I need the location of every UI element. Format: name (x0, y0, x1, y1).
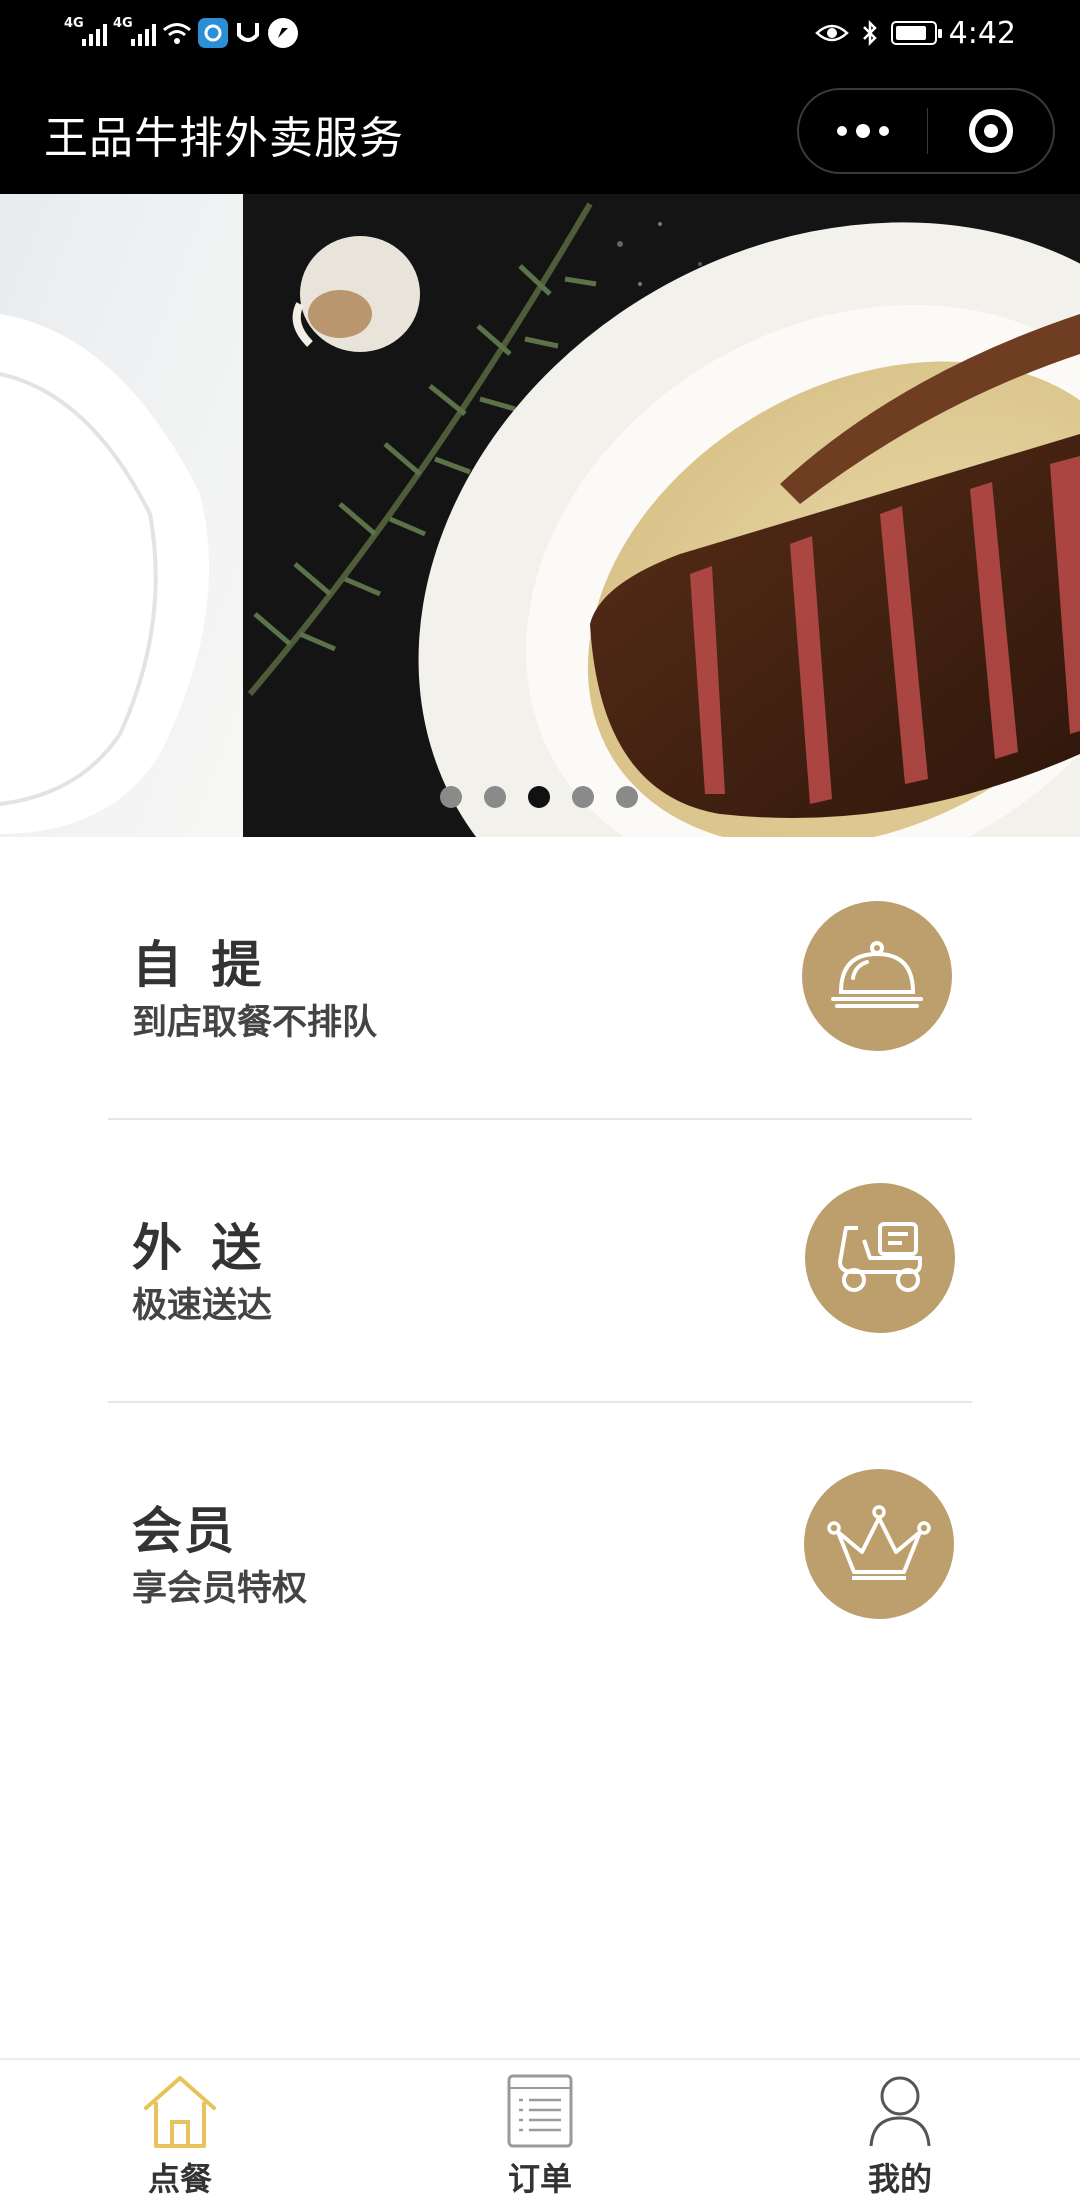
signal-icon: 4G (113, 16, 156, 46)
tab-label: 点餐 (147, 2160, 212, 2198)
mini-program-capsule (797, 88, 1055, 174)
bottom-tab-bar: 点餐 订单 我的 (0, 2058, 1080, 2204)
network-type: 4G (113, 16, 133, 31)
service-pickup[interactable]: 自 提 到店取餐不排队 (108, 837, 972, 1120)
service-subtitle: 极速送达 (132, 1286, 273, 1326)
tab-order-food[interactable]: 点餐 (0, 2060, 360, 2204)
eye-icon (814, 24, 849, 42)
app-icon (198, 18, 228, 48)
status-left: 4G 4G (64, 14, 298, 52)
status-bar: 4G 4G 4:42 (0, 0, 1080, 66)
crown-icon (804, 1469, 954, 1619)
app-icon (237, 23, 259, 42)
banner-image (0, 194, 1080, 837)
signal-icon: 4G (64, 16, 107, 46)
wifi-icon (163, 23, 191, 44)
tab-label: 我的 (867, 2160, 932, 2198)
network-type: 4G (64, 16, 84, 31)
order-list-icon (505, 2072, 575, 2150)
page-title: 王品牛排外卖服务 (44, 113, 404, 164)
service-title: 自 提 (132, 936, 268, 994)
status-right: 4:42 (814, 14, 1016, 52)
app-icon (268, 18, 298, 48)
service-membership[interactable]: 会员 享会员特权 (108, 1403, 972, 1686)
battery-icon (890, 21, 942, 45)
more-dots-icon[interactable] (799, 90, 927, 172)
carousel-dot[interactable] (572, 786, 594, 808)
carousel-dot[interactable] (616, 786, 638, 808)
tab-label: 订单 (507, 2160, 572, 2198)
carousel-dots (440, 786, 638, 808)
user-icon (865, 2072, 935, 2150)
carousel-dot[interactable] (440, 786, 462, 808)
service-title: 外 送 (132, 1219, 268, 1277)
home-icon (140, 2072, 220, 2150)
carousel-dot-active[interactable] (528, 786, 550, 808)
cloche-icon (802, 901, 952, 1051)
service-delivery[interactable]: 外 送 极速送达 (108, 1120, 972, 1403)
service-subtitle: 享会员特权 (132, 1569, 308, 1609)
tab-profile[interactable]: 我的 (720, 2060, 1080, 2204)
nav-bar: 王品牛排外卖服务 (0, 66, 1080, 194)
clock: 4:42 (948, 15, 1016, 51)
target-close-icon[interactable] (928, 90, 1053, 172)
service-title: 会员 (132, 1502, 236, 1560)
delivery-scooter-icon (805, 1183, 955, 1333)
banner-carousel[interactable] (0, 194, 1080, 837)
carousel-dot[interactable] (484, 786, 506, 808)
service-subtitle: 到店取餐不排队 (132, 1003, 378, 1043)
bluetooth-icon (862, 19, 877, 47)
tab-orders[interactable]: 订单 (360, 2060, 720, 2204)
